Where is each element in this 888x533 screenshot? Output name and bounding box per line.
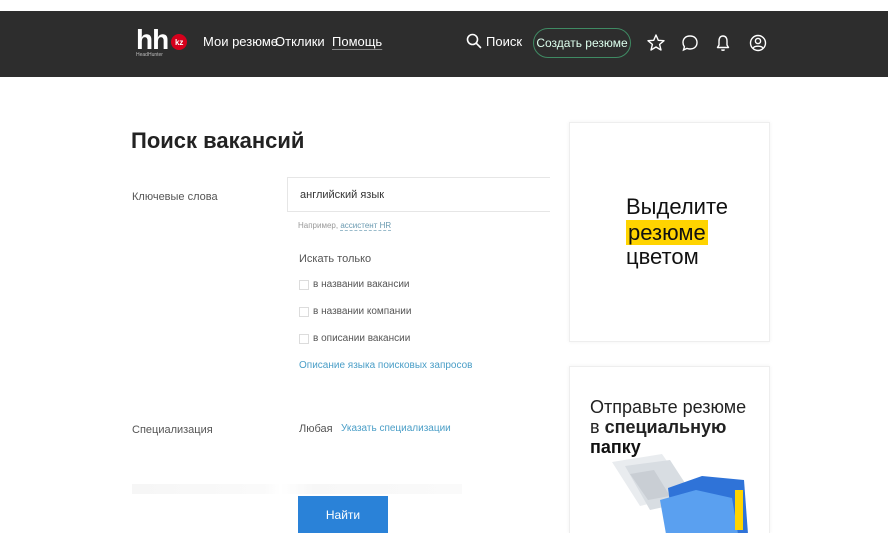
checkbox-vacancy-description[interactable]: в описании вакансии bbox=[299, 333, 410, 344]
promo2-line1: Отправьте резюме bbox=[590, 397, 747, 417]
checkbox-box[interactable] bbox=[299, 279, 309, 290]
checkbox-company-name[interactable]: в названии компании bbox=[299, 306, 411, 317]
keywords-input[interactable] bbox=[287, 177, 550, 212]
find-button[interactable]: Найти bbox=[298, 496, 388, 533]
promo2-line2-prefix: в bbox=[590, 417, 600, 437]
search-button[interactable]: Поиск bbox=[466, 33, 522, 49]
keywords-label: Ключевые слова bbox=[132, 191, 218, 203]
specialization-value: Любая bbox=[299, 423, 333, 435]
checkbox-box[interactable] bbox=[299, 333, 309, 344]
checkbox-vacancy-title[interactable]: в названии вакансии bbox=[299, 279, 410, 290]
query-language-link[interactable]: Описание языка поисковых запросов bbox=[299, 360, 472, 371]
promo1-highlight: резюме bbox=[626, 220, 708, 245]
promo1-line1: Выделите bbox=[626, 194, 729, 219]
bell-icon[interactable] bbox=[712, 32, 734, 54]
faded-divider bbox=[132, 484, 462, 494]
specialization-link[interactable]: Указать специализации bbox=[341, 423, 451, 434]
logo-text: hh bbox=[136, 24, 169, 55]
logo-subtitle: HeadHunter bbox=[136, 52, 163, 58]
search-label: Поиск bbox=[486, 33, 523, 49]
nav-responses[interactable]: Отклики bbox=[275, 34, 325, 49]
example-prefix: Например, bbox=[298, 221, 339, 230]
create-resume-button[interactable]: Создать резюме bbox=[533, 28, 631, 58]
checkbox-label: в описании вакансии bbox=[313, 333, 411, 344]
checkbox-label: в названии компании bbox=[313, 306, 412, 317]
checkbox-box[interactable] bbox=[299, 306, 309, 317]
folder-illustration bbox=[612, 454, 748, 533]
profile-icon[interactable] bbox=[747, 32, 769, 54]
promo-highlight-resume[interactable]: Выделите резюме цветом bbox=[569, 122, 770, 342]
example-link[interactable]: ассистент HR bbox=[340, 221, 392, 231]
keywords-example: Например, ассистент HR bbox=[298, 221, 392, 231]
promo2-line2-bold: специальную bbox=[604, 417, 727, 437]
star-icon[interactable] bbox=[645, 32, 667, 54]
search-only-label: Искать только bbox=[299, 253, 372, 265]
search-icon bbox=[466, 33, 482, 49]
logo-badge: kz bbox=[171, 34, 188, 50]
page-title: Поиск вакансий bbox=[131, 128, 305, 153]
promo-special-folder[interactable]: Отправьте резюме в специальную папку bbox=[569, 366, 770, 533]
chat-icon[interactable] bbox=[679, 32, 701, 54]
checkbox-label: в названии вакансии bbox=[313, 279, 410, 290]
top-navigation-bar: hh kz HeadHunter Мои резюме Отклики Помо… bbox=[0, 11, 888, 77]
nav-my-resumes[interactable]: Мои резюме bbox=[203, 34, 278, 49]
specialization-label: Специализация bbox=[132, 424, 213, 436]
hh-logo[interactable]: hh kz HeadHunter bbox=[136, 24, 188, 59]
nav-help[interactable]: Помощь bbox=[332, 34, 382, 49]
promo1-line3: цветом bbox=[626, 244, 699, 269]
